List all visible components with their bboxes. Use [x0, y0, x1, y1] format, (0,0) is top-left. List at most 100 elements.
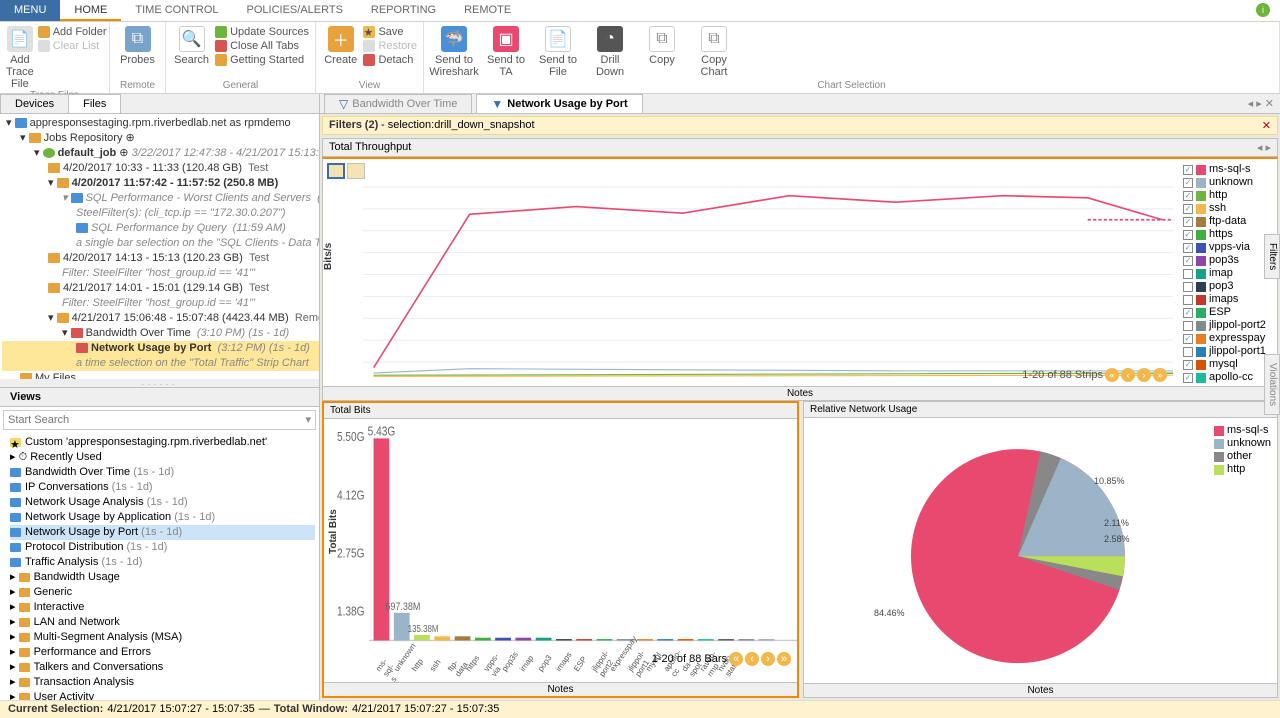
filters-close-icon[interactable]: ✕ — [1262, 119, 1271, 132]
notes-bar[interactable]: Notes — [324, 682, 797, 696]
view-folder[interactable]: ▸ Interactive — [10, 600, 315, 615]
pie-label: 2.11% — [1104, 518, 1129, 528]
view-folder[interactable]: ▸ Bandwidth Usage — [10, 570, 315, 585]
files-tree[interactable]: ▾ appresponsestaging.rpm.riverbedlab.net… — [0, 114, 319, 379]
close-all-tabs-button[interactable]: Close All Tabs — [215, 40, 309, 52]
tree-root[interactable]: ▾ appresponsestaging.rpm.riverbedlab.net… — [2, 116, 319, 131]
view-item[interactable]: Network Usage by Application (1s - 1d) — [10, 510, 315, 525]
relative-network-usage-panel[interactable]: Relative Network Usage 84.46% 10.85% 2 — [803, 401, 1278, 698]
legend-item[interactable]: ✓expresspay — [1183, 332, 1273, 345]
view-folder[interactable]: ▸ Talkers and Conversations — [10, 660, 315, 675]
bar-pager[interactable]: 1-20 of 88 Bars « ‹ › » — [652, 652, 791, 666]
view-item[interactable]: Network Usage Analysis (1s - 1d) — [10, 495, 315, 510]
tree-item-selected[interactable]: Network Usage by Port (3:12 PM) (1s - 1d… — [2, 341, 319, 356]
add-folder-button[interactable]: Add Folder — [38, 26, 107, 38]
copy-button[interactable]: ⧉Copy — [638, 26, 686, 66]
legend-item[interactable]: ✓vpps-via — [1183, 241, 1273, 254]
view-item[interactable]: ▸ ⏱ Recently Used — [10, 450, 315, 465]
pager-next-icon[interactable]: › — [1137, 368, 1151, 382]
view-folder[interactable]: ▸ User Activity — [10, 690, 315, 700]
menu-tab-remote[interactable]: REMOTE — [450, 0, 525, 21]
pager-prev-icon[interactable]: ‹ — [1121, 368, 1135, 382]
send-to-file-button[interactable]: 📄Send to File — [534, 26, 582, 78]
legend-item[interactable]: imaps — [1183, 293, 1273, 306]
view-folder[interactable]: ▸ LAN and Network — [10, 615, 315, 630]
legend-item[interactable]: ✓ESP — [1183, 306, 1273, 319]
tree-item[interactable]: SQL Performance by Query (11:59 AM) — [2, 221, 319, 236]
views-search-input[interactable] — [3, 410, 316, 430]
filters-bar[interactable]: Filters (2) - selection:drill_down_snaps… — [322, 116, 1278, 135]
view-item[interactable]: Traffic Analysis (1s - 1d) — [10, 555, 315, 570]
pager-last-icon[interactable]: » — [1153, 368, 1167, 382]
send-to-wireshark-button[interactable]: 🦈Send to Wireshark — [430, 26, 478, 78]
side-violations-tab[interactable]: Violations — [1264, 354, 1280, 415]
legend-item[interactable]: ✓https — [1183, 228, 1273, 241]
view-item[interactable]: Protocol Distribution (1s - 1d) — [10, 540, 315, 555]
drill-down-button[interactable]: ◔Drill Down — [586, 26, 634, 78]
svg-text:2.75G: 2.75G — [337, 548, 365, 561]
total-bits-panel[interactable]: Total Bits Total Bits 5.50G 4.12G 2.75G … — [322, 401, 799, 698]
info-icon[interactable]: i — [1256, 3, 1270, 17]
legend-item[interactable]: ✓apollo-cc — [1183, 371, 1273, 384]
tree-item[interactable]: 4/20/2017 14:13 - 15:13 (120.23 GB) Test — [2, 251, 319, 266]
legend-item[interactable]: ✓ssh — [1183, 202, 1273, 215]
tree-my-files[interactable]: My Files — [2, 371, 319, 379]
search-dropdown-icon[interactable]: ▾ — [305, 413, 311, 426]
legend-item[interactable]: ✓ftp-data — [1183, 215, 1273, 228]
legend[interactable]: ✓ms-sql-s✓unknown✓http✓ssh✓ftp-data✓http… — [1177, 159, 1277, 400]
chart-tab-nubp[interactable]: ▼Network Usage by Port — [476, 94, 642, 114]
files-tab[interactable]: Files — [68, 94, 121, 113]
view-folder[interactable]: ▸ Transaction Analysis — [10, 675, 315, 690]
tabs-nav-icons[interactable]: ◂ ▸ ✕ — [1242, 97, 1280, 110]
legend-item[interactable]: ✓ms-sql-s — [1183, 163, 1273, 176]
tree-item[interactable]: ▾ SQL Performance - Worst Clients and Se… — [2, 191, 319, 206]
view-item[interactable]: Bandwidth Over Time (1s - 1d) — [10, 465, 315, 480]
view-folder[interactable]: ▸ Multi-Segment Analysis (MSA) — [10, 630, 315, 645]
views-list[interactable]: ★Custom 'appresponsestaging.rpm.riverbed… — [0, 433, 319, 700]
search-button[interactable]: 🔍Search — [172, 26, 211, 66]
notes-bar[interactable]: Notes — [804, 683, 1277, 697]
legend-item[interactable]: ✓http — [1183, 189, 1273, 202]
tree-item[interactable]: ▾ 4/21/2017 15:06:48 - 15:07:48 (4423.44… — [2, 311, 319, 326]
menu-tab-time-control[interactable]: TIME CONTROL — [121, 0, 232, 21]
save-button[interactable]: ★Save — [363, 26, 417, 38]
legend-item[interactable]: jlippol-port1 — [1183, 345, 1273, 358]
legend-item[interactable]: ✓unknown — [1183, 176, 1273, 189]
menu-tab-reporting[interactable]: REPORTING — [357, 0, 450, 21]
tree-item[interactable]: 4/20/2017 10:33 - 11:33 (120.48 GB) Test — [2, 161, 319, 176]
legend-item[interactable]: ✓pop3s — [1183, 254, 1273, 267]
pager-first-icon[interactable]: « — [1105, 368, 1119, 382]
tree-item[interactable]: 4/21/2017 14:01 - 15:01 (129.14 GB) Test — [2, 281, 319, 296]
legend-item[interactable]: pop3 — [1183, 280, 1273, 293]
update-sources-button[interactable]: Update Sources — [215, 26, 309, 38]
tree-jobs-repo[interactable]: ▾ Jobs Repository ⊕ — [2, 131, 319, 146]
notes-bar[interactable]: Notes — [323, 386, 1277, 400]
devices-tab[interactable]: Devices — [0, 94, 69, 113]
legend-item[interactable]: ✓mysql — [1183, 358, 1273, 371]
menu-tab-home[interactable]: HOME — [60, 0, 121, 21]
probes-button[interactable]: ⧉Probes — [116, 26, 159, 66]
send-to-ta-button[interactable]: ▣Send to TA — [482, 26, 530, 78]
view-item[interactable]: ★Custom 'appresponsestaging.rpm.riverbed… — [10, 435, 315, 450]
view-item-selected[interactable]: Network Usage by Port (1s - 1d) — [10, 525, 315, 540]
legend-item[interactable]: imap — [1183, 267, 1273, 280]
chart-tab-bot[interactable]: ▽Bandwidth Over Time — [324, 94, 472, 114]
splitter-horizontal[interactable]: ······ — [0, 379, 319, 387]
side-filters-tab[interactable]: Filters — [1264, 234, 1280, 279]
view-folder[interactable]: ▸ Generic — [10, 585, 315, 600]
add-trace-file-button[interactable]: 📄Add Trace File — [6, 26, 34, 90]
total-throughput-chart[interactable]: Bits/s 900,000M 800,000M 700,000M 600,00… — [322, 157, 1278, 401]
create-button[interactable]: ＋Create — [322, 26, 359, 66]
detach-button[interactable]: Detach — [363, 54, 417, 66]
view-folder[interactable]: ▸ Performance and Errors — [10, 645, 315, 660]
legend-item[interactable]: jlippol-port2 — [1183, 319, 1273, 332]
copy-chart-button[interactable]: ⧉Copy Chart — [690, 26, 738, 78]
tree-item[interactable]: ▾ 4/20/2017 11:57:42 - 11:57:52 (250.8 M… — [2, 176, 319, 191]
menu-tab-policies-alerts[interactable]: POLICIES/ALERTS — [233, 0, 357, 21]
view-item[interactable]: IP Conversations (1s - 1d) — [10, 480, 315, 495]
pager[interactable]: 1-20 of 88 Strips « ‹ › » — [1022, 368, 1167, 382]
menu-tab-menu[interactable]: MENU — [0, 0, 60, 21]
tree-item[interactable]: ▾ Bandwidth Over Time (3:10 PM) (1s - 1d… — [2, 326, 319, 341]
tree-default-job[interactable]: ▾ default_job ⊕ 3/22/2017 12:47:38 - 4/2… — [2, 146, 319, 161]
getting-started-button[interactable]: Getting Started — [215, 54, 309, 66]
